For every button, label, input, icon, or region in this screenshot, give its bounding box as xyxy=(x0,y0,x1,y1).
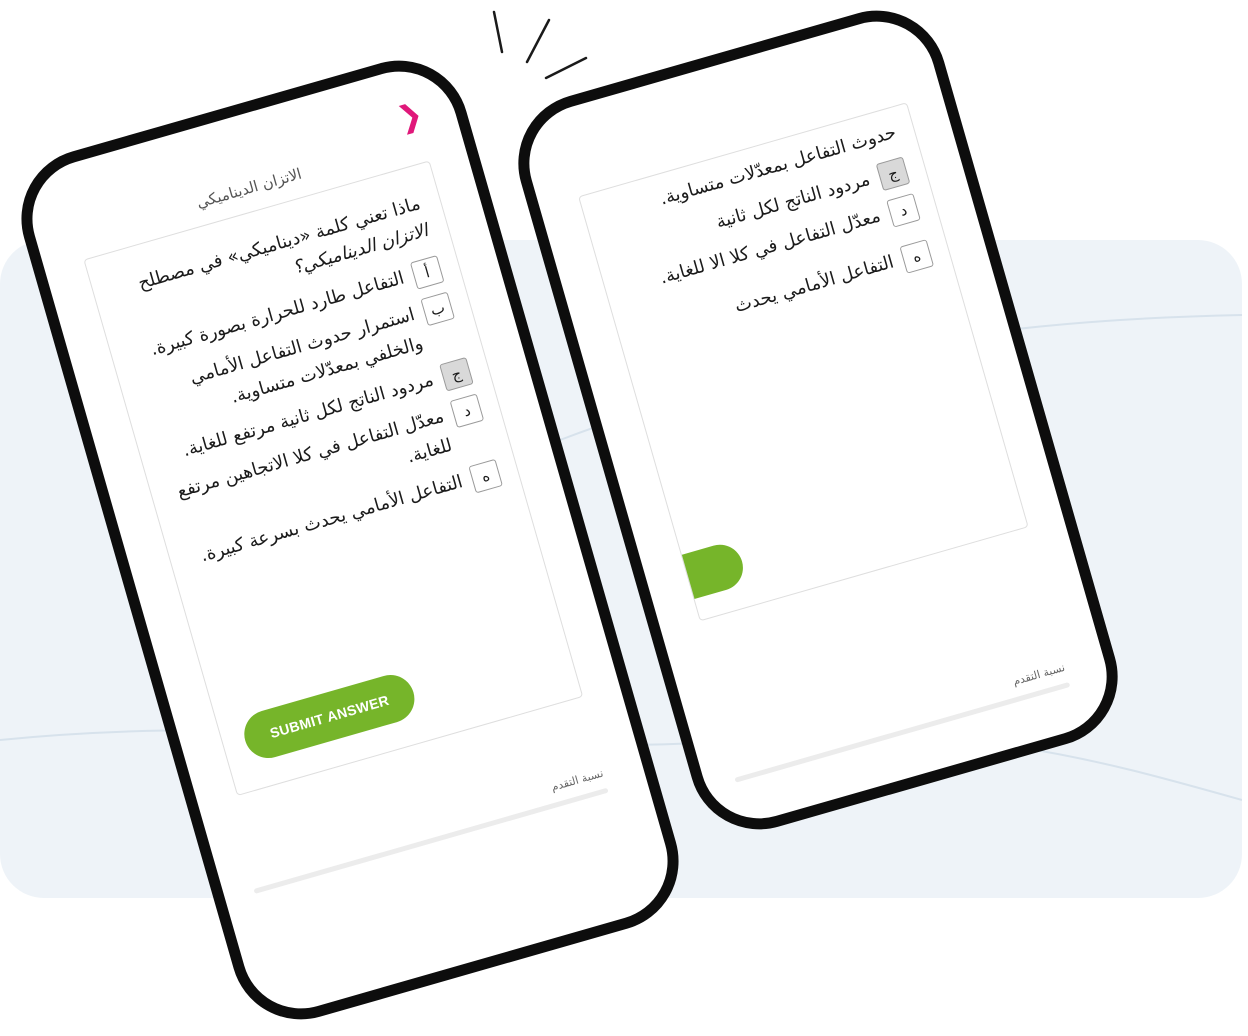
submit-answer-button[interactable]: SUBMIT ANSWER xyxy=(238,669,421,764)
answer-key[interactable]: ه xyxy=(468,458,503,494)
answer-key[interactable]: د xyxy=(449,393,485,429)
answer-key[interactable]: أ xyxy=(409,255,445,290)
back-answer-key[interactable]: د xyxy=(886,192,921,228)
back-answer-list: حدوث التفاعل بمعدّلات متساوية. ج مردود ا… xyxy=(599,118,935,350)
back-answer-key[interactable]: ج xyxy=(875,156,911,192)
progress-bar xyxy=(253,787,609,894)
back-answer-key[interactable]: ه xyxy=(899,239,935,274)
back-submit-button[interactable] xyxy=(643,539,749,610)
back-quiz-card: حدوث التفاعل بمعدّلات متساوية. ج مردود ا… xyxy=(578,102,1029,622)
answer-key[interactable]: ب xyxy=(420,291,456,327)
answer-key[interactable]: ج xyxy=(439,356,474,392)
